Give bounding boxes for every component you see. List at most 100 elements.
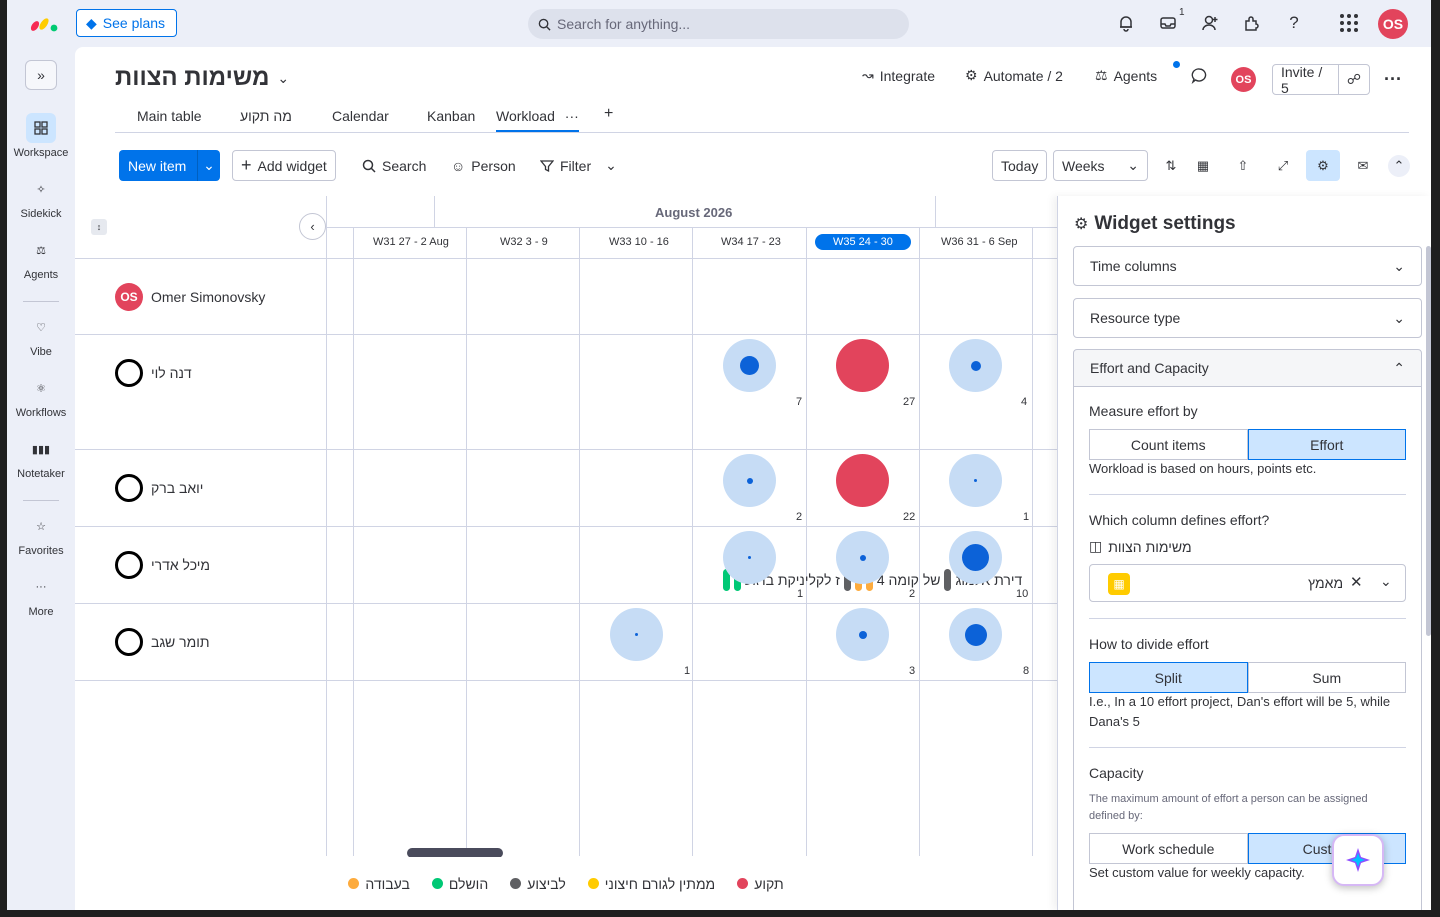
row-divider — [75, 334, 1057, 335]
filter-button[interactable]: Filter ⌄ — [540, 150, 617, 181]
accordion-effort-capacity[interactable]: Effort and Capacity ⌃ — [1073, 349, 1422, 387]
option-sum[interactable]: Sum — [1247, 662, 1406, 693]
automate-button[interactable]: ⚙ Automate / 2 — [965, 67, 1063, 84]
option-count-items[interactable]: Count items — [1089, 429, 1248, 460]
board-title-text: משימות הצוות — [115, 64, 270, 91]
effort-column-select[interactable]: ▦ מאמץ ✕ ⌄ — [1089, 564, 1406, 602]
row-height-icon[interactable]: ⇅ — [1160, 155, 1182, 177]
workload-bubble[interactable] — [949, 531, 1002, 584]
board-owner-avatar[interactable]: OS — [1231, 67, 1256, 92]
updates-chat-icon[interactable] — [1191, 67, 1208, 84]
chevron-down-icon[interactable]: ⌄ — [197, 150, 220, 181]
tab-options-icon[interactable]: ··· — [565, 108, 579, 124]
workload-bubble[interactable] — [723, 339, 776, 392]
option-split[interactable]: Split — [1089, 662, 1248, 693]
add-widget-button[interactable]: + Add widget — [232, 150, 336, 181]
more-icon: ··· — [35, 581, 47, 593]
workload-bubble[interactable] — [836, 608, 889, 661]
rail-item-more[interactable]: ··· More — [7, 572, 75, 618]
option-work-schedule[interactable]: Work schedule — [1089, 833, 1248, 864]
inbox-badge: 1 — [1179, 7, 1185, 18]
tab-kanban[interactable]: Kanban — [427, 108, 475, 124]
chevron-down-icon[interactable]: ⌄ — [1380, 573, 1392, 590]
integrate-button[interactable]: ↝ Integrate — [862, 67, 935, 84]
copy-link-icon[interactable]: ☍ — [1339, 71, 1369, 88]
rail-item-sidekick[interactable]: ✧ Sidekick — [7, 174, 75, 221]
board-title[interactable]: משימות הצוות ⌄ — [115, 64, 289, 92]
see-plans-button[interactable]: ◆ See plans — [76, 9, 177, 37]
weeks-dropdown[interactable]: Weeks ⌄ — [1053, 150, 1148, 181]
option-effort[interactable]: Effort — [1247, 429, 1406, 460]
collapse-all-icon[interactable]: ↕ — [91, 219, 107, 235]
chevron-down-icon[interactable]: ⌄ — [605, 157, 617, 174]
help-icon[interactable]: ? — [1283, 12, 1305, 34]
excel-export-icon[interactable]: ▦ — [1192, 155, 1214, 177]
month-boundary — [434, 196, 435, 227]
tab-workload[interactable]: Workload ··· — [496, 108, 579, 132]
person-row[interactable]: תומר שגב — [115, 628, 210, 656]
rail-label: Workspace — [13, 147, 69, 159]
new-item-button[interactable]: New item ⌄ — [119, 150, 220, 181]
week-header: W33 10 - 16 — [609, 236, 669, 248]
workload-bubble[interactable] — [723, 531, 776, 584]
plus-icon: + — [241, 155, 252, 175]
today-button[interactable]: Today — [992, 150, 1048, 181]
user-avatar[interactable]: OS — [1378, 9, 1408, 39]
accordion-resource-type[interactable]: Resource type ⌄ — [1073, 298, 1422, 338]
bell-icon[interactable] — [1115, 12, 1137, 34]
rail-item-workspace[interactable]: Workspace — [7, 113, 75, 159]
ai-chat-icon[interactable]: ✉ — [1352, 155, 1374, 177]
rail-item-notetaker[interactable]: ▮▮▮ Notetaker — [7, 434, 75, 481]
workload-bubble[interactable] — [610, 608, 663, 661]
workload-bubble[interactable] — [836, 531, 889, 584]
monday-logo[interactable] — [29, 12, 59, 34]
workload-bubble[interactable] — [949, 454, 1002, 507]
apps-puzzle-icon[interactable] — [1241, 12, 1263, 34]
workload-bubble-overloaded[interactable] — [836, 339, 889, 392]
item-name[interactable]: 4 של קומה — [877, 572, 941, 588]
panel-scrollbar[interactable] — [1426, 246, 1431, 636]
clear-icon[interactable]: ✕ — [1350, 573, 1363, 591]
rail-item-workflows[interactable]: ⚛ Workflows — [7, 373, 75, 420]
expand-sidebar-button[interactable]: » — [25, 60, 57, 90]
panel-title-text: Widget settings — [1094, 213, 1236, 234]
status-pill[interactable] — [944, 569, 952, 591]
tab-stuck[interactable]: מה תקוע — [240, 108, 292, 124]
rail-label: Workflows — [15, 407, 67, 419]
widget-settings-gear-icon[interactable]: ⚙ — [1306, 150, 1340, 181]
person-row[interactable]: דנה לוי — [115, 359, 192, 387]
chevron-up-icon[interactable]: ⌃ — [1388, 155, 1410, 177]
accordion-time-columns[interactable]: Time columns ⌄ — [1073, 246, 1422, 286]
rail-item-vibe[interactable]: ♡ Vibe — [7, 312, 75, 359]
tab-main-table[interactable]: Main table — [137, 108, 202, 124]
workload-bubble[interactable] — [723, 454, 776, 507]
tab-calendar[interactable]: Calendar — [332, 108, 389, 124]
invite-button[interactable]: Invite / 5 ☍ — [1272, 64, 1370, 96]
collapse-people-button[interactable]: ‹ — [299, 213, 326, 240]
workload-bubble[interactable] — [949, 608, 1002, 661]
sparkle-icon — [1346, 848, 1370, 872]
invite-members-icon[interactable] — [1199, 12, 1221, 34]
inbox-icon[interactable] — [1157, 12, 1179, 34]
divider — [1089, 494, 1406, 495]
person-row[interactable]: יואב ברק — [115, 474, 203, 502]
fullscreen-collapse-icon[interactable]: ⤢ — [1272, 155, 1294, 177]
workload-bubble-overloaded[interactable] — [836, 454, 889, 507]
global-search-input[interactable]: Search for anything... — [528, 9, 909, 39]
apps-grid-icon[interactable] — [1338, 12, 1360, 34]
add-view-button[interactable]: + — [604, 105, 613, 123]
person-row[interactable]: מיכל אדרי — [115, 551, 210, 579]
more-options-icon[interactable]: ··· — [1384, 69, 1402, 90]
share-upload-icon[interactable]: ⇧ — [1232, 155, 1254, 177]
ai-assistant-button[interactable] — [1332, 834, 1384, 886]
weeks-label: Weeks — [1062, 157, 1105, 174]
person-filter-button[interactable]: ☺ Person — [451, 150, 516, 181]
person-row-omer[interactable]: OS Omer Simonovsky — [115, 283, 265, 311]
search-button[interactable]: Search — [362, 150, 426, 181]
workload-bubble[interactable] — [949, 339, 1002, 392]
rail-item-favorites[interactable]: ☆ Favorites — [7, 511, 75, 558]
rail-item-agents[interactable]: ⚖ Agents — [7, 235, 75, 282]
agents-button[interactable]: ⚖ Agents — [1095, 67, 1157, 84]
board-toolbar: New item ⌄ + Add widget Search ☺ Person … — [75, 147, 1431, 187]
week-header: W34 17 - 23 — [721, 236, 781, 248]
